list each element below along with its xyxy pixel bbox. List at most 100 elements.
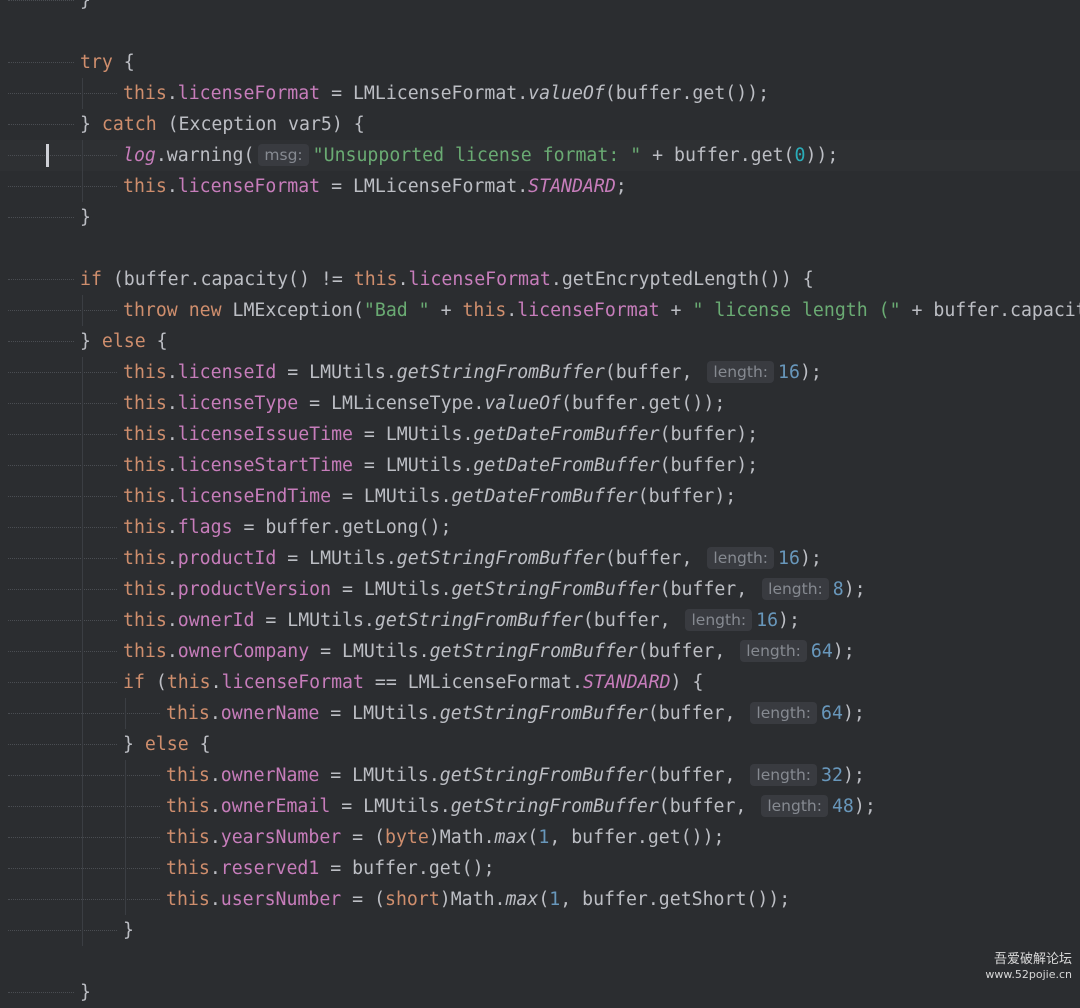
code-token: = LMLicenseFormat. bbox=[320, 176, 529, 197]
indent-whitespace bbox=[8, 868, 160, 869]
code-line[interactable]: this.licenseFormat = LMLicenseFormat.val… bbox=[0, 78, 1080, 109]
code-line[interactable] bbox=[0, 233, 1080, 264]
parameter-hint: length: bbox=[740, 640, 807, 662]
code-line[interactable]: this.ownerCompany = LMUtils.getStringFro… bbox=[0, 636, 1080, 667]
code-token: this bbox=[166, 765, 210, 786]
code-token: ); bbox=[778, 610, 800, 631]
code-editor[interactable]: } try {this.licenseFormat = LMLicenseForm… bbox=[0, 0, 1080, 1003]
code-line[interactable]: this.licenseFormat = LMLicenseFormat.STA… bbox=[0, 171, 1080, 202]
code-token: ownerCompany bbox=[177, 641, 310, 662]
code-line[interactable]: this.licenseType = LMLicenseType.valueOf… bbox=[0, 388, 1080, 419]
code-line[interactable]: this.ownerId = LMUtils.getStringFromBuff… bbox=[0, 605, 1080, 636]
code-text: } bbox=[80, 202, 91, 233]
code-token: )Math. bbox=[439, 889, 506, 910]
code-line[interactable]: this.licenseId = LMUtils.getStringFromBu… bbox=[0, 357, 1080, 388]
code-token: . bbox=[166, 517, 178, 538]
code-line[interactable]: try { bbox=[0, 47, 1080, 78]
code-token: , buffer.get()); bbox=[549, 827, 725, 848]
code-token: (buffer, bbox=[582, 610, 682, 631]
code-token: (buffer.capacity() != bbox=[101, 269, 354, 290]
code-token: (buffer, bbox=[659, 579, 759, 600]
code-line[interactable]: } else { bbox=[0, 729, 1080, 760]
code-line[interactable]: this.ownerName = LMUtils.getStringFromBu… bbox=[0, 698, 1080, 729]
code-token: . bbox=[166, 424, 178, 445]
code-line[interactable]: } else { bbox=[0, 326, 1080, 357]
code-line[interactable]: } catch (Exception var5) { bbox=[0, 109, 1080, 140]
code-token: = LMUtils. bbox=[331, 486, 452, 507]
code-token: LMException( bbox=[221, 300, 364, 321]
indent-whitespace bbox=[8, 620, 117, 621]
code-line[interactable]: this.ownerName = LMUtils.getStringFromBu… bbox=[0, 760, 1080, 791]
code-text: } else { bbox=[80, 326, 168, 357]
code-text: } bbox=[80, 977, 91, 1008]
code-line[interactable]: } bbox=[0, 202, 1080, 233]
code-token: 64 bbox=[810, 641, 833, 662]
code-line[interactable] bbox=[0, 16, 1080, 47]
indent-guide bbox=[82, 915, 83, 946]
code-line[interactable]: if (buffer.capacity() != this.licenseFor… bbox=[0, 264, 1080, 295]
code-line[interactable]: this.reserved1 = buffer.get(); bbox=[0, 853, 1080, 884]
code-line[interactable]: this.licenseEndTime = LMUtils.getDateFro… bbox=[0, 481, 1080, 512]
code-line[interactable]: if (this.licenseFormat == LMLicenseForma… bbox=[0, 667, 1080, 698]
code-token: licenseFormat bbox=[517, 300, 660, 321]
code-token: + bbox=[659, 300, 693, 321]
indent-guide bbox=[82, 574, 83, 605]
code-token: ownerName bbox=[220, 765, 320, 786]
code-token: getStringFromBuffer bbox=[396, 362, 605, 383]
code-line[interactable]: this.flags = buffer.getLong(); bbox=[0, 512, 1080, 543]
indent-guide bbox=[82, 822, 83, 853]
code-token: STANDARD bbox=[528, 176, 616, 197]
code-token: . bbox=[166, 176, 178, 197]
code-token: ( bbox=[527, 827, 539, 848]
code-token: ) { bbox=[670, 672, 704, 693]
indent-guide bbox=[82, 419, 83, 450]
indent-guide bbox=[125, 853, 126, 884]
indent-whitespace bbox=[8, 992, 74, 993]
code-line[interactable]: } bbox=[0, 0, 1080, 16]
code-token: this bbox=[123, 641, 167, 662]
code-text: try { bbox=[80, 47, 135, 78]
code-token: = buffer.getLong(); bbox=[232, 517, 452, 538]
watermark: 吾爱破解论坛 www.52pojie.cn bbox=[985, 951, 1072, 982]
code-text: } else { bbox=[123, 729, 211, 760]
code-line[interactable]: this.productVersion = LMUtils.getStringF… bbox=[0, 574, 1080, 605]
code-line[interactable]: this.ownerEmail = LMUtils.getStringFromB… bbox=[0, 791, 1080, 822]
code-token: = LMLicenseFormat. bbox=[320, 83, 529, 104]
code-line[interactable]: this.yearsNumber = (byte)Math.max(1, buf… bbox=[0, 822, 1080, 853]
code-token: max bbox=[494, 827, 528, 848]
code-token: 16 bbox=[778, 548, 800, 569]
code-line[interactable]: log.warning(msg: "Unsupported license for… bbox=[0, 140, 1080, 171]
code-token: this bbox=[123, 393, 167, 414]
code-token: , buffer.getShort()); bbox=[560, 889, 791, 910]
code-line[interactable]: } bbox=[0, 915, 1080, 946]
code-line[interactable]: this.licenseIssueTime = LMUtils.getDateF… bbox=[0, 419, 1080, 450]
code-line[interactable]: this.licenseStartTime = LMUtils.getDateF… bbox=[0, 450, 1080, 481]
code-line[interactable]: this.usersNumber = (short)Math.max(1, bu… bbox=[0, 884, 1080, 915]
code-token: byte bbox=[385, 827, 429, 848]
code-token: + buffer.capacity( bbox=[911, 300, 1080, 321]
code-token: . bbox=[209, 858, 221, 879]
code-token: else bbox=[144, 734, 189, 755]
code-token: getStringFromBuffer bbox=[439, 765, 648, 786]
code-token: = ( bbox=[341, 827, 386, 848]
code-token: getDateFromBuffer bbox=[451, 486, 638, 507]
code-line[interactable]: } bbox=[0, 977, 1080, 1008]
code-token: usersNumber bbox=[220, 889, 342, 910]
code-token: 16 bbox=[778, 362, 800, 383]
code-line[interactable]: throw new LMException("Bad " + this.lice… bbox=[0, 295, 1080, 326]
code-line[interactable] bbox=[0, 946, 1080, 977]
code-line[interactable]: this.productId = LMUtils.getStringFromBu… bbox=[0, 543, 1080, 574]
code-token: valueOf bbox=[528, 83, 605, 104]
code-token: max bbox=[505, 889, 539, 910]
code-text: this.licenseFormat = LMLicenseFormat.val… bbox=[123, 78, 769, 109]
indent-guide bbox=[82, 140, 83, 171]
indent-whitespace bbox=[8, 651, 117, 652]
code-token: = LMUtils. bbox=[319, 765, 440, 786]
indent-whitespace bbox=[8, 682, 117, 683]
code-token: valueOf bbox=[484, 393, 562, 414]
code-token: getDateFromBuffer bbox=[473, 455, 660, 476]
code-token: = LMUtils. bbox=[331, 579, 452, 600]
indent-whitespace bbox=[8, 279, 74, 280]
code-token: . bbox=[210, 672, 222, 693]
code-token: = LMUtils. bbox=[352, 455, 474, 476]
